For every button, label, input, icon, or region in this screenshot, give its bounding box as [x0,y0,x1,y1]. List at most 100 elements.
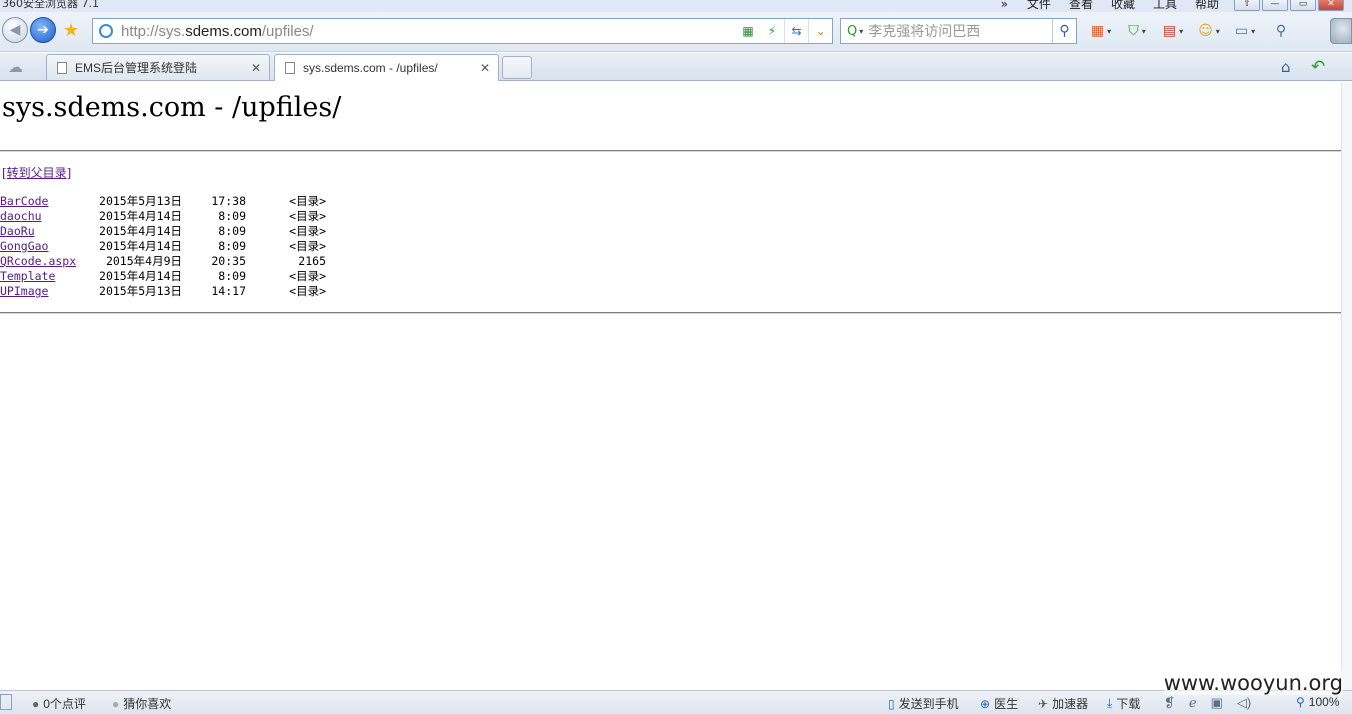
entry-date: 2015年4月14日 [99,224,182,238]
menu-view[interactable]: 查看 [1069,0,1093,12]
entry-size: 2165 [298,254,326,268]
forward-button[interactable]: ➔ [30,17,56,43]
tab-upfiles[interactable]: sys.sdems.com - /upfiles/ ✕ [274,54,499,81]
zoom-level[interactable]: ⚲ 100% [1296,695,1340,709]
back-button[interactable]: ◀ [2,17,28,43]
list-item: 2015年5月13日 17:38 <目录> BarCode [0,194,326,209]
menu-more-icon[interactable]: » [1001,0,1008,11]
page-content: sys.sdems.com - /upfiles/ [转到父目录] 2015年5… [0,82,1341,690]
entry-kind: <目录> [289,224,326,238]
maximize-button[interactable]: ▭ [1290,0,1316,11]
ie-engine-icon[interactable]: ℯ [1189,695,1197,711]
list-item: 2015年5月13日 14:17 <目录> UPImage [0,284,326,299]
divider [0,312,1341,314]
entry-date: 2015年5月13日 [99,194,182,208]
address-url[interactable]: http://sys.sdems.com/upfiles/ [121,23,314,40]
sidebar-toggle-icon[interactable] [0,694,12,710]
zoom-search-icon[interactable]: ⚲ [1263,20,1299,42]
entry-date: 2015年5月13日 [99,284,182,298]
emoji-face-icon[interactable]: ☺ ▾ [1191,20,1227,42]
search-box[interactable]: Q ▾ 李克强将访问巴西 ⚲ [840,18,1077,44]
bookmark-status-icon[interactable]: ❡ [1164,695,1175,711]
menu-tools[interactable]: 工具 [1153,0,1177,12]
menu-favorites[interactable]: 收藏 [1111,0,1135,12]
comments-status[interactable]: ● 0个点评 [32,695,86,712]
cloud-icon[interactable]: ☁ [8,58,23,76]
close-tab-icon[interactable]: ✕ [251,61,261,75]
gallery-icon[interactable]: ▭ ▾ [1227,20,1263,42]
entry-kind: <目录> [289,209,326,223]
divider [0,150,1341,152]
skin-icon[interactable]: ⇧ [1234,0,1260,11]
watermark: www.wooyun.org [1163,671,1343,695]
list-item: 2015年4月14日 8:09 <目录> DaoRu [0,224,326,239]
download-button[interactable]: ⤓ 下载 [1107,695,1140,712]
address-dropdown-icon[interactable]: ⌄ [808,19,832,43]
apps-grid-icon[interactable]: ▦ ▾ [1083,20,1119,42]
home-icon[interactable]: ⌂ [1281,58,1291,76]
list-item: 2015年4月14日 8:09 <目录> daochu [0,209,326,224]
window-mode-icon[interactable]: ▣ [1211,695,1223,711]
list-item: 2015年4月14日 8:09 <目录> GongGao [0,239,326,254]
menu-bar: » 文件 查看 收藏 工具 帮助 ⇧ — ▭ ✕ [1001,0,1344,12]
tab-ems-login[interactable]: EMS后台管理系统登陆 ✕ [46,54,270,80]
user-avatar[interactable] [1330,18,1352,44]
entry-time: 17:38 [211,194,246,208]
entry-date: 2015年4月14日 [99,209,182,223]
page-title: sys.sdems.com - /upfiles/ [2,92,342,123]
new-tab-button[interactable] [502,56,532,79]
entry-time: 8:09 [218,269,246,283]
download-icon: ⤓ [1107,696,1113,710]
address-tools: ▦ ⚡ ⇆ ⌄ [736,19,832,43]
menu-file[interactable]: 文件 [1027,0,1051,12]
entry-date: 2015年4月9日 [105,254,182,268]
accelerator-button[interactable]: ✈ 加速器 [1038,695,1088,712]
tab-label: sys.sdems.com - /upfiles/ [303,61,438,75]
favorite-star-icon[interactable]: ★ [63,20,79,41]
entry-time: 8:09 [218,209,246,223]
directory-listing: 2015年5月13日 17:38 <目录> BarCode 2015年4月14日… [0,194,326,299]
security-shield-icon[interactable]: ⛉ ▾ [1119,20,1155,42]
doctor-icon: ⊕ [980,696,991,711]
tab-strip: ☁ EMS后台管理系统登陆 ✕ sys.sdems.com - /upfiles… [0,53,1352,81]
status-tray: ❡ ℯ ▣ ◁) [1164,695,1251,711]
rocket-icon: ✈ [1038,696,1049,711]
page-icon [285,62,295,74]
comment-icon: ● [32,696,40,711]
send-to-phone-button[interactable]: ▯ 发送到手机 [888,695,959,712]
app-title: 360安全浏览器 7.1 [2,0,99,10]
entry-time: 14:17 [211,284,246,298]
entry-time: 8:09 [218,239,246,253]
title-bar: 360安全浏览器 7.1 » 文件 查看 收藏 工具 帮助 ⇧ — ▭ ✕ [0,0,1352,12]
window-controls: ⇧ — ▭ ✕ [1234,0,1344,11]
qr-code-icon[interactable]: ▦ [736,19,760,43]
compat-mode-icon[interactable]: ⇆ [784,19,808,43]
forward-arrow-icon: ➔ [37,22,49,38]
extension-toolbar: ▦ ▾ ⛉ ▾ ▤ ▾ ☺ ▾ ▭ ▾ ⚲ [1083,20,1299,42]
list-item: 2015年4月14日 8:09 <目录> Template [0,269,326,284]
doctor-button[interactable]: ⊕ 医生 [980,695,1018,712]
entry-time: 8:09 [218,224,246,238]
parent-directory-link[interactable]: [转到父目录] [2,164,71,181]
search-go-icon[interactable]: ⚲ [1052,19,1076,43]
close-window-button[interactable]: ✕ [1318,0,1344,11]
recommend-icon: ● [112,696,120,711]
pdf-reader-icon[interactable]: ▤ ▾ [1155,20,1191,42]
minimize-button[interactable]: — [1262,0,1288,11]
menu-help[interactable]: 帮助 [1195,0,1219,12]
list-item: 2015年4月9日 20:35 2165 QRcode.aspx [0,254,326,269]
close-tab-icon[interactable]: ✕ [480,61,490,75]
address-bar[interactable]: http://sys.sdems.com/upfiles/ ▦ ⚡ ⇆ ⌄ [92,18,833,44]
scrollbar-gutter[interactable] [1341,82,1352,690]
search-engine-caret-icon[interactable]: ▾ [859,27,863,36]
entry-kind: <目录> [289,239,326,253]
back-arrow-icon: ◀ [9,22,21,38]
undo-close-icon[interactable]: ↶ [1311,57,1325,77]
search-engine-icon[interactable]: Q [847,24,857,39]
speed-mode-icon[interactable]: ⚡ [760,19,784,43]
tab-label: EMS后台管理系统登陆 [75,61,198,75]
search-input[interactable]: 李克强将访问巴西 [868,21,980,41]
volume-icon[interactable]: ◁) [1237,695,1251,711]
recommend-status[interactable]: ● 猜你喜欢 [112,695,171,712]
entry-date: 2015年4月14日 [99,239,182,253]
